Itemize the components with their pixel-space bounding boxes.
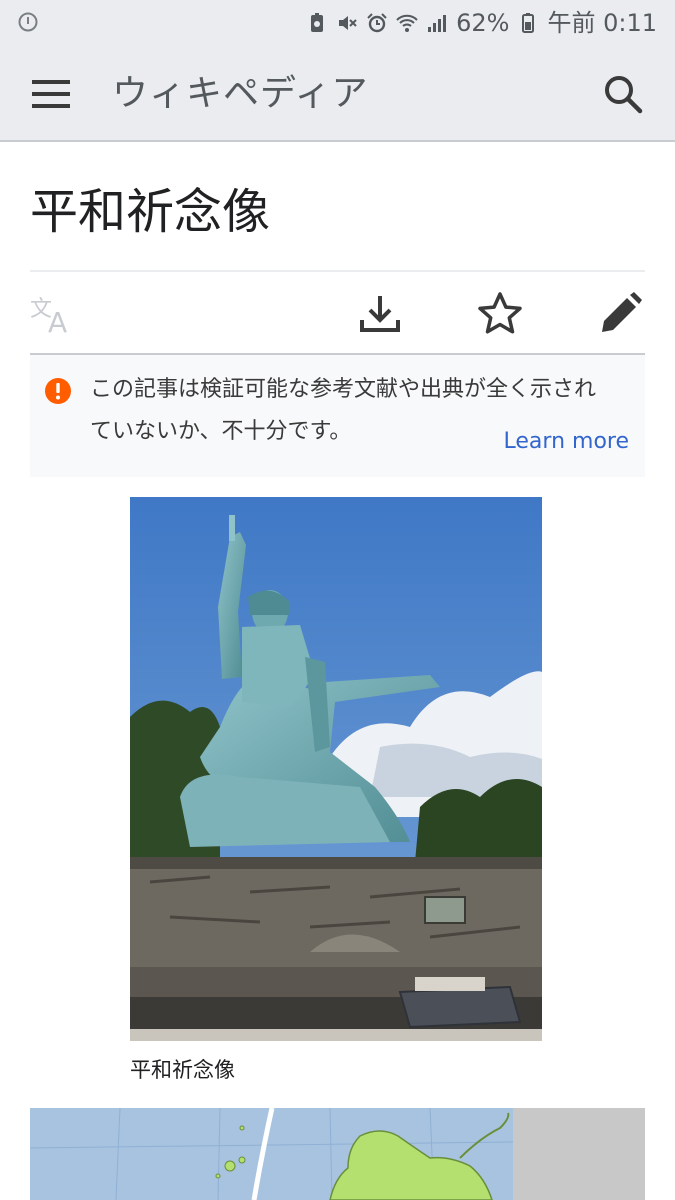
notice-line-1: この記事は検証可能な参考文献や出典が全く示され <box>90 377 597 402</box>
warning-icon <box>45 378 71 404</box>
search-icon[interactable] <box>601 72 645 116</box>
clock: 午前 0:11 <box>547 9 657 37</box>
svg-text:A: A <box>48 306 67 338</box>
wifi-icon <box>396 14 418 32</box>
notification-icon <box>18 12 38 32</box>
page-actions: 文 A <box>30 280 645 352</box>
hamburger-menu-icon[interactable] <box>30 76 72 112</box>
signal-icon <box>428 15 447 32</box>
download-button[interactable] <box>356 290 404 338</box>
status-bar: 62% 午前 0:11 <box>0 0 675 46</box>
battery-icon <box>522 13 535 33</box>
download-icon <box>360 296 400 332</box>
battery-percent: 62% <box>456 9 510 37</box>
watch-star-button[interactable] <box>476 290 524 338</box>
edit-button[interactable] <box>596 290 644 338</box>
statue-photo[interactable] <box>130 497 542 1041</box>
location-map[interactable] <box>30 1108 645 1200</box>
alarm-icon <box>367 13 387 33</box>
page-title: 平和祈念像 <box>30 184 271 240</box>
language-icon: 文 A <box>30 297 67 338</box>
battery-saver-icon <box>311 13 324 32</box>
title-divider <box>30 270 645 272</box>
mute-icon <box>339 16 357 30</box>
edit-pencil-icon <box>602 292 642 332</box>
app-title: ウィキペディア <box>112 73 369 114</box>
learn-more-link[interactable]: Learn more <box>504 425 629 459</box>
star-icon <box>478 292 522 334</box>
issues-notice[interactable]: この記事は検証可能な参考文献や出典が全く示され ていないか、不十分です。 Lea… <box>30 355 645 477</box>
app-header: ウィキペディア <box>0 46 675 142</box>
photo-caption: 平和祈念像 <box>130 1058 235 1082</box>
language-button[interactable]: 文 A <box>30 290 78 338</box>
